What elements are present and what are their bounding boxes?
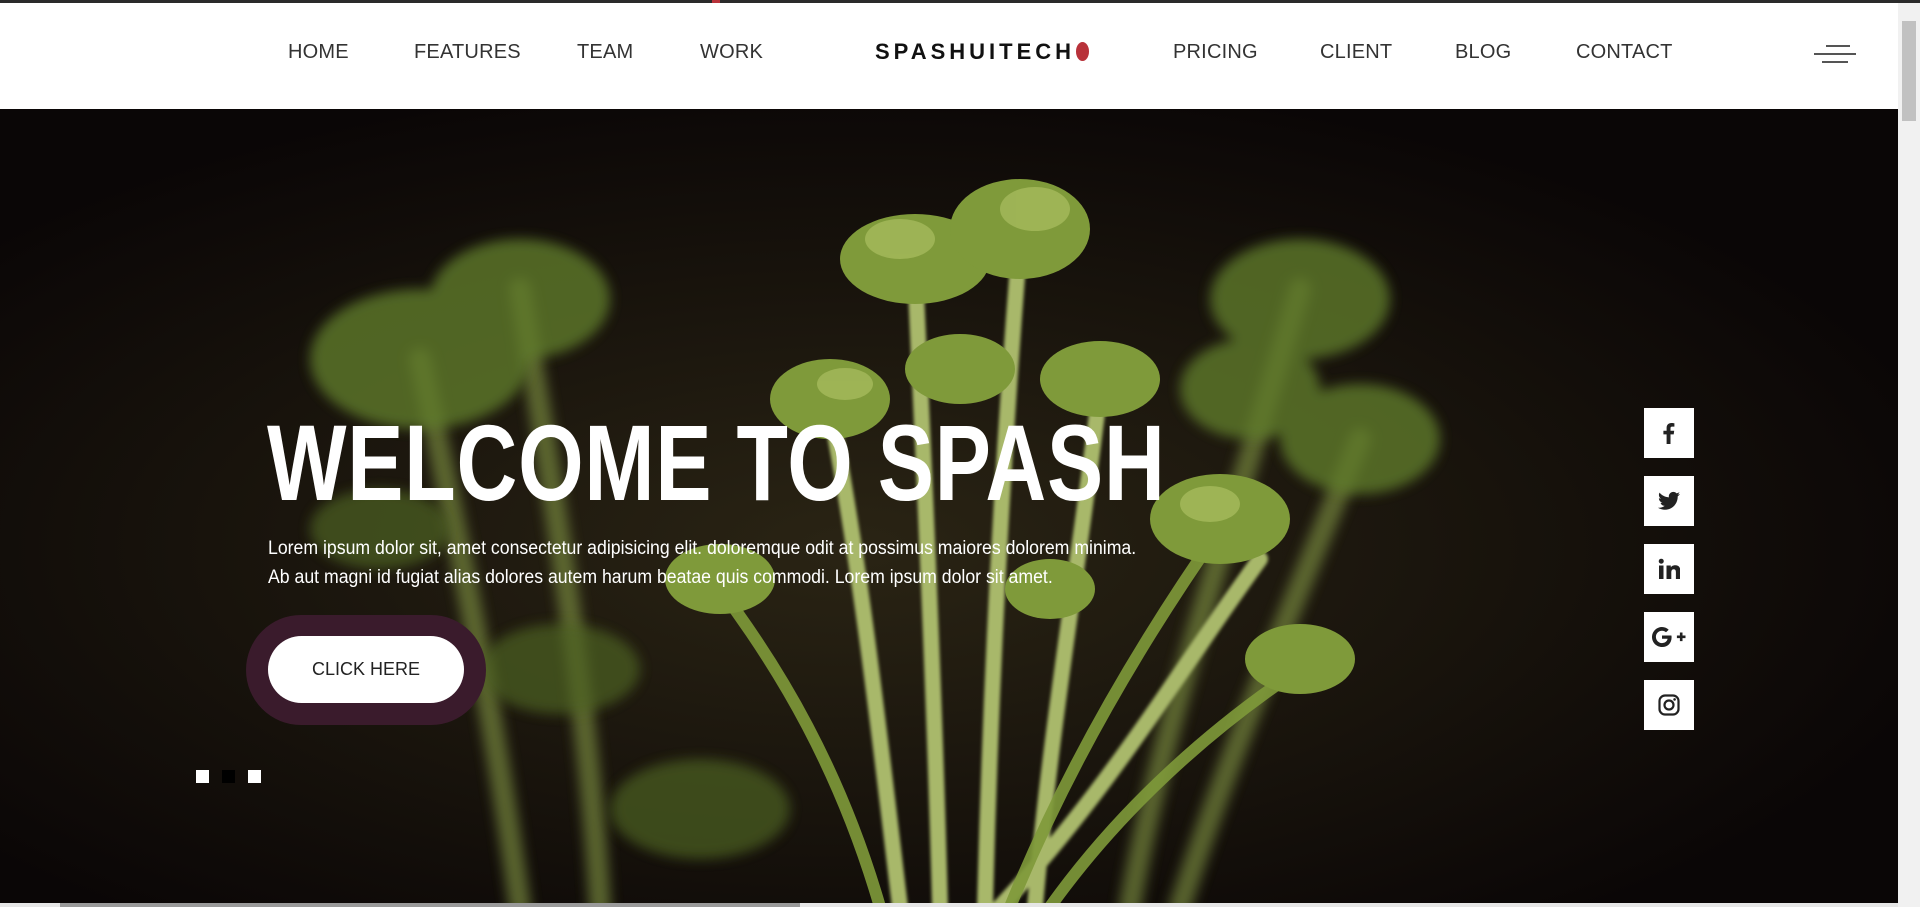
vertical-scrollbar[interactable] [1898,3,1920,907]
instagram-icon [1658,694,1680,716]
hero-text-line: Ab aut magni id fugiat alias dolores aut… [268,567,1053,588]
facebook-icon [1663,423,1675,444]
slider-dot[interactable] [196,770,209,783]
hero-text-line: Lorem ipsum dolor sit, amet consectetur … [268,538,1137,559]
hero-slider: WELCOME TO SPASH Lorem ipsum dolor sit, … [0,109,1898,907]
nav-blog[interactable]: BLOG [1455,41,1511,64]
google-plus-icon [1652,627,1686,647]
linkedin-link[interactable] [1644,544,1694,594]
twitter-link[interactable] [1644,476,1694,526]
nav-home[interactable]: HOME [288,41,349,64]
scrollbar-thumb[interactable] [1902,21,1916,121]
hamburger-menu-button[interactable] [1812,41,1856,67]
logo-dot-icon [1076,42,1090,61]
hero-description: Lorem ipsum dolor sit, amet consectetur … [268,534,1179,592]
horizontal-scrollbar[interactable] [0,903,1898,907]
google-plus-link[interactable] [1644,612,1694,662]
hero-title: WELCOME TO SPASH [267,402,1166,523]
slider-dot[interactable] [248,770,261,783]
twitter-icon [1658,491,1680,510]
facebook-link[interactable] [1644,408,1694,458]
nav-features[interactable]: FEATURES [414,41,521,64]
nav-client[interactable]: CLIENT [1320,41,1392,64]
hamburger-line [1822,61,1848,63]
linkedin-icon [1658,558,1680,579]
main-navbar: HOME FEATURES TEAM WORK SPASHUITECH PRIC… [0,3,1898,109]
horizontal-scrollbar-thumb[interactable] [60,903,800,907]
logo-text: SPASHUITECH [875,39,1076,64]
hamburger-line [1814,53,1856,55]
hamburger-line [1826,45,1850,47]
instagram-link[interactable] [1644,680,1694,730]
brand-logo[interactable]: SPASHUITECH [875,39,1090,65]
nav-contact[interactable]: CONTACT [1576,41,1673,64]
slider-dot[interactable] [222,770,235,783]
click-here-button[interactable]: CLICK HERE [268,636,464,703]
nav-pricing[interactable]: PRICING [1173,41,1258,64]
nav-work[interactable]: WORK [700,41,763,64]
nav-team[interactable]: TEAM [577,41,633,64]
